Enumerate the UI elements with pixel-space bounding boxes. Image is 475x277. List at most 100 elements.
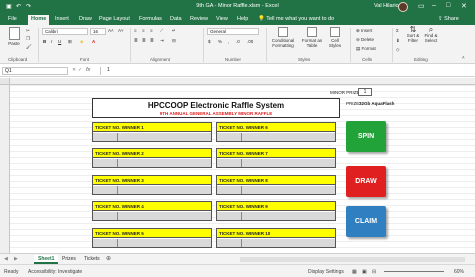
delete-cells-button[interactable]: ⊖ Delete	[356, 37, 374, 42]
status-bar: Ready Accessibility: Investigate Display…	[0, 264, 475, 277]
align-bottom-icon[interactable]: ≡	[150, 28, 153, 33]
tab-view[interactable]: View	[216, 16, 228, 22]
claim-button[interactable]: CLAIM	[346, 206, 386, 237]
insert-cells-button[interactable]: ⊕ Insert	[356, 28, 372, 33]
align-center-icon[interactable]: ≣	[142, 38, 146, 43]
wrap-text-icon[interactable]: ↵	[172, 28, 176, 33]
cancel-icon[interactable]: ✕	[72, 67, 76, 73]
sort-filter-button[interactable]: ⇅ Sort & Filter	[404, 26, 422, 44]
display-settings[interactable]: Display Settings	[308, 269, 344, 275]
minor-prize-select[interactable]: 1	[358, 88, 372, 96]
group-styles: Styles	[298, 57, 311, 62]
collapse-ribbon-icon[interactable]: ˄	[462, 55, 465, 60]
close-icon[interactable]: ✕	[461, 2, 467, 10]
align-top-icon[interactable]: ≡	[134, 28, 137, 33]
cell-styles-button[interactable]: Cell Styles	[326, 27, 344, 48]
clear-icon[interactable]: ◇	[396, 47, 399, 52]
user-name[interactable]: Val Hilario	[374, 3, 399, 9]
align-middle-icon[interactable]: ≡	[142, 28, 145, 33]
winner-label: TICKET NO. WINNER 4	[93, 202, 211, 211]
winner-box-2: TICKET NO. WINNER 2	[92, 148, 212, 168]
page-break-view-icon[interactable]: ⊟	[372, 269, 376, 275]
name-box[interactable]: Q1	[2, 67, 68, 75]
winner-box-4: TICKET NO. WINNER 4	[92, 201, 212, 221]
format-cells-button[interactable]: ▤ Format	[356, 46, 376, 51]
ribbon-home: Paste ✂ ❐ 🖌 Clipboard Calibri 16 A˄ A˅ B…	[0, 25, 475, 64]
sort-filter-label: Sort & Filter	[406, 33, 420, 43]
tab-home[interactable]: Home	[28, 15, 50, 25]
borders-icon[interactable]: ⊞	[68, 39, 72, 44]
horizontal-scrollbar[interactable]	[240, 257, 465, 262]
format-painter-icon[interactable]: 🖌	[26, 44, 32, 49]
page-layout-view-icon[interactable]: ▣	[362, 269, 367, 275]
merge-center-icon[interactable]: ⊟	[172, 38, 176, 43]
draw-button[interactable]: DRAW	[346, 166, 386, 197]
tell-me-search[interactable]: 💡 Tell me what you want to do	[258, 16, 334, 22]
align-right-icon[interactable]: ≣	[150, 38, 154, 43]
format-as-table-button[interactable]: Format as Table	[300, 27, 324, 48]
zoom-slider[interactable]	[384, 271, 444, 272]
font-color-icon[interactable]: A	[92, 39, 95, 44]
scroll-left-icon[interactable]: ◀	[4, 256, 8, 262]
title-bar: ▣ ↶ ↷ 9th GA - Minor Raffle.xlsm - Excel…	[0, 0, 475, 14]
insert-function-button[interactable]: fx	[86, 67, 90, 73]
row-headers[interactable]	[0, 85, 10, 253]
increase-decimal-icon[interactable]: .0	[236, 39, 240, 44]
insert-label: Insert	[361, 28, 373, 33]
divider	[392, 28, 393, 62]
fill-icon[interactable]: ⬇	[396, 38, 400, 43]
sheet-tab-tickets[interactable]: Tickets	[80, 255, 104, 264]
autosum-icon[interactable]: Σ	[396, 28, 399, 33]
tab-formulas[interactable]: Formulas	[139, 16, 162, 22]
normal-view-icon[interactable]: ▦	[352, 269, 357, 275]
indent-icon[interactable]: ⇥	[160, 38, 164, 43]
formula-input[interactable]: 1	[100, 67, 470, 75]
select-all-corner[interactable]	[0, 78, 10, 85]
tab-help[interactable]: Help	[237, 16, 248, 22]
sheet-tab-prizes[interactable]: Prizes	[58, 255, 80, 264]
ribbon-display-icon[interactable]: ▭	[418, 2, 425, 10]
zoom-level[interactable]: 60%	[454, 269, 464, 275]
orientation-icon[interactable]: ⟋	[160, 28, 163, 33]
format-as-table-label: Format as Table	[301, 38, 323, 48]
winner-box-7: TICKET NO. WINNER 7	[216, 148, 336, 168]
italic-icon[interactable]: I	[51, 39, 52, 44]
underline-icon[interactable]: U	[58, 39, 61, 44]
column-headers[interactable]	[0, 78, 475, 85]
enter-icon[interactable]: ✓	[78, 67, 82, 73]
sheet-tabs-bar: ◀ ▶ Sheet1 Prizes Tickets ⊕	[0, 253, 475, 264]
percent-icon[interactable]: %	[218, 39, 222, 44]
avatar[interactable]	[398, 2, 408, 12]
font-size-select[interactable]: 16	[90, 28, 106, 35]
spin-button[interactable]: SPIN	[346, 121, 386, 152]
add-sheet-icon[interactable]: ⊕	[106, 255, 111, 262]
cut-icon[interactable]: ✂	[26, 28, 30, 33]
tab-insert[interactable]: Insert	[55, 16, 69, 22]
divider	[38, 28, 39, 62]
number-format-select[interactable]: General	[207, 28, 259, 35]
fill-color-icon[interactable]: ◈	[80, 39, 83, 44]
currency-icon[interactable]: $	[208, 39, 211, 44]
comma-style-icon[interactable]: ,	[228, 39, 229, 44]
grow-font-icon[interactable]: A˄	[108, 28, 114, 33]
align-left-icon[interactable]: ≣	[134, 38, 138, 43]
scroll-right-icon[interactable]: ▶	[14, 256, 18, 262]
accessibility-status[interactable]: Accessibility: Investigate	[28, 269, 82, 275]
shrink-font-icon[interactable]: A˅	[118, 28, 124, 33]
share-button[interactable]: ⇪ Share	[438, 16, 459, 22]
bold-icon[interactable]: B	[43, 39, 46, 44]
copy-icon[interactable]: ❐	[26, 36, 30, 41]
tab-file[interactable]: File	[8, 16, 17, 22]
tab-page-layout[interactable]: Page Layout	[99, 16, 130, 22]
tab-review[interactable]: Review	[190, 16, 208, 22]
tab-draw[interactable]: Draw	[79, 16, 92, 22]
minimize-icon[interactable]: –	[432, 2, 436, 9]
decrease-decimal-icon[interactable]: .00	[247, 39, 253, 44]
paste-button[interactable]: Paste	[4, 27, 24, 46]
maximize-icon[interactable]: □	[446, 2, 450, 9]
find-select-button[interactable]: ⌕ Find & Select	[422, 26, 440, 44]
font-name-select[interactable]: Calibri	[42, 28, 88, 35]
conditional-formatting-button[interactable]: Conditional Formatting	[268, 27, 298, 48]
tab-data[interactable]: Data	[170, 16, 182, 22]
sheet-tab-sheet1[interactable]: Sheet1	[34, 255, 59, 264]
